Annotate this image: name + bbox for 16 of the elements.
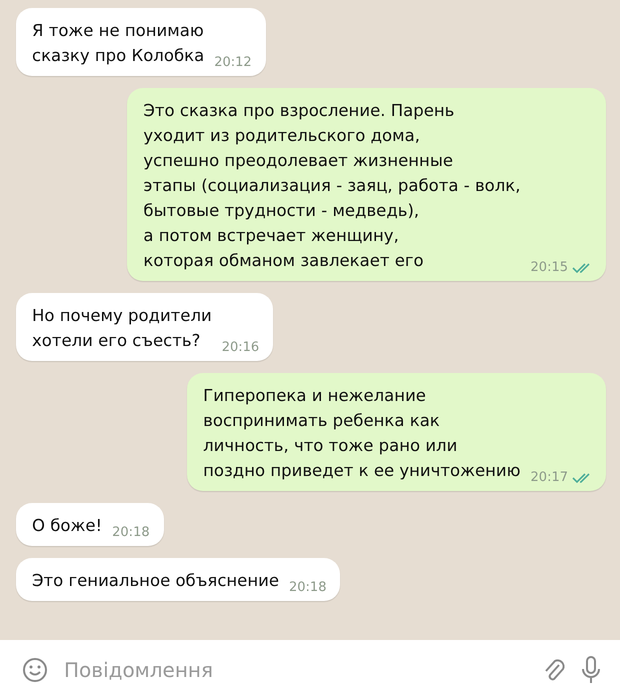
message-time: 20:15 <box>530 260 568 275</box>
message-composer[interactable]: Повідомлення <box>0 640 620 700</box>
message-text: Но почему родители хотели его съесть? <box>32 305 212 352</box>
message-text: О боже! <box>32 515 102 537</box>
message-text: Это сказка про взросление. Парень уходит из родительского дома, успешно преодолевает жизненные этапы (социализация - заяц, работа - волк, бытовые трудности - медведь), а потом встречает женщину, которая обманом завлекает его <box>143 100 521 272</box>
microphone-icon[interactable] <box>580 655 602 685</box>
message-text: Я тоже не понимаю сказку про Колобка <box>32 20 204 67</box>
message-text: Это гениальное объяснение <box>32 570 279 592</box>
message-input[interactable]: Повідомлення <box>62 657 528 683</box>
smiley-icon[interactable] <box>22 657 48 683</box>
message-time: 20:18 <box>289 580 326 595</box>
message-time: 20:17 <box>530 470 568 485</box>
message-time: 20:16 <box>222 340 260 355</box>
message-time: 20:12 <box>214 55 252 70</box>
message-text: Гиперопека и нежелание воспринимать ребенка как личность, что тоже рано или поздно приведет к ее уничтожению <box>203 385 521 482</box>
message-time: 20:18 <box>112 525 150 540</box>
